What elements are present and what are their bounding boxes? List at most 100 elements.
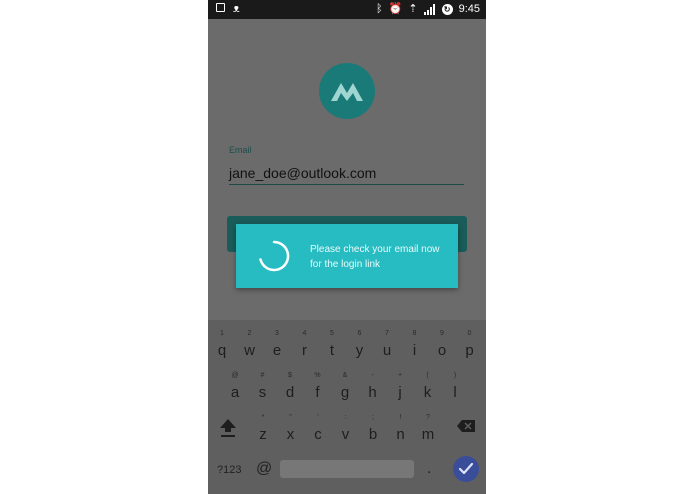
key-g[interactable]: & g bbox=[331, 372, 359, 401]
key-v[interactable]: :v bbox=[332, 414, 360, 443]
key-label: o bbox=[437, 342, 447, 359]
key-label: r bbox=[302, 342, 307, 359]
enter-key[interactable] bbox=[453, 456, 479, 482]
key-b[interactable]: ; b bbox=[359, 414, 387, 443]
key-label: b bbox=[368, 426, 378, 443]
key-hint: 2 bbox=[247, 330, 252, 337]
key-hint: ? bbox=[426, 414, 430, 421]
key-label: n bbox=[396, 426, 405, 443]
backspace-icon[interactable] bbox=[456, 419, 476, 433]
key-z[interactable]: * z bbox=[249, 414, 277, 443]
key-hint: 9 bbox=[440, 330, 444, 337]
key-p[interactable]: 0p bbox=[456, 330, 484, 359]
key-label: j bbox=[398, 384, 402, 401]
key-hint: ) bbox=[453, 372, 457, 379]
key-t[interactable]: 5t bbox=[318, 330, 346, 359]
status-time: 9:45 bbox=[458, 3, 480, 15]
key-s[interactable]: # s bbox=[249, 372, 277, 401]
key-label: s bbox=[258, 384, 267, 401]
key-y[interactable]: 6y bbox=[346, 330, 374, 359]
key-e[interactable]: 3e bbox=[263, 330, 291, 359]
key-d[interactable]: $ d bbox=[276, 372, 304, 401]
key-hint: " bbox=[289, 414, 292, 421]
email-field[interactable]: jane_doe@outlook.com bbox=[229, 163, 464, 185]
key-hint: * bbox=[261, 414, 265, 421]
key-x[interactable]: " x bbox=[277, 414, 305, 443]
key-h[interactable]: -h bbox=[359, 372, 387, 401]
sync-icon: ↻ bbox=[441, 3, 453, 15]
key-label: m bbox=[421, 426, 435, 443]
key-c[interactable]: ' c bbox=[304, 414, 332, 443]
key-f[interactable]: % f bbox=[304, 372, 332, 401]
key-label: w bbox=[244, 342, 255, 359]
at-key[interactable]: @ bbox=[256, 460, 272, 478]
square-icon bbox=[216, 3, 225, 12]
key-i[interactable]: 8i bbox=[401, 330, 429, 359]
key-u[interactable]: 7u bbox=[373, 330, 401, 359]
key-hint: 6 bbox=[357, 330, 362, 337]
soft-keyboard: 1q2w3e4r5t6y7u8i9o0p @ a # s $ d% f & g - h + j(k) l … bbox=[208, 320, 486, 494]
key-hint: 8 bbox=[412, 330, 417, 337]
loading-spinner-icon bbox=[259, 240, 290, 272]
key-hint: 0 bbox=[467, 330, 472, 337]
key-q[interactable]: 1q bbox=[208, 330, 236, 359]
key-label: h bbox=[368, 384, 377, 401]
key-n[interactable]: ! n bbox=[387, 414, 415, 443]
key-label: u bbox=[382, 342, 392, 359]
key-hint: 3 bbox=[275, 330, 279, 337]
key-label: k bbox=[423, 384, 432, 401]
spacebar[interactable] bbox=[280, 460, 414, 478]
bluetooth-icon: ᛒ bbox=[376, 2, 383, 15]
key-m[interactable]: ? m bbox=[414, 414, 442, 443]
key-hint: 1 bbox=[220, 330, 224, 337]
key-l[interactable]: ) l bbox=[441, 372, 469, 401]
key-label: x bbox=[286, 426, 295, 443]
key-hint: ! bbox=[399, 414, 402, 421]
key-r[interactable]: 4r bbox=[291, 330, 319, 359]
key-label: c bbox=[314, 426, 322, 443]
key-hint: ( bbox=[426, 372, 429, 379]
key-hint: 5 bbox=[330, 330, 334, 337]
key-label: t bbox=[329, 342, 335, 359]
key-label: a bbox=[230, 384, 240, 401]
key-hint: @ bbox=[231, 372, 239, 379]
key-hint: ; bbox=[372, 414, 374, 421]
key-label: d bbox=[285, 384, 295, 401]
status-bar: ᴥ ᛒ ⏰ ⇡ ↻ 9:45 bbox=[208, 0, 486, 19]
key-w[interactable]: 2w bbox=[236, 330, 264, 359]
key-k[interactable]: (k bbox=[414, 372, 442, 401]
period-key[interactable]: . bbox=[427, 460, 431, 478]
key-hint: + bbox=[397, 372, 403, 379]
signal-icon bbox=[423, 3, 436, 15]
key-o[interactable]: 9o bbox=[428, 330, 456, 359]
phone-screen: ᴥ ᛒ ⏰ ⇡ ↻ 9:45 Email jane_doe@outlook.co… bbox=[208, 0, 486, 494]
key-hint: : bbox=[344, 414, 347, 421]
key-a[interactable]: @ a bbox=[221, 372, 249, 401]
key-label: y bbox=[355, 342, 364, 359]
key-hint: 7 bbox=[385, 330, 389, 337]
wifi-icon: ⇡ bbox=[408, 2, 418, 15]
key-label: p bbox=[465, 342, 474, 359]
email-label: Email bbox=[229, 145, 252, 155]
key-hint: 4 bbox=[302, 330, 307, 337]
key-hint: ' bbox=[317, 414, 319, 421]
key-hint: & bbox=[342, 372, 348, 379]
key-label: i bbox=[412, 342, 417, 359]
cat-icon: ᴥ bbox=[233, 2, 240, 15]
key-hint: # bbox=[260, 372, 265, 379]
key-label: v bbox=[341, 426, 350, 443]
checkmark-icon bbox=[458, 462, 474, 475]
toast-message: Please check your email now for the logi… bbox=[310, 244, 440, 270]
key-label: g bbox=[340, 384, 350, 401]
key-hint: - bbox=[371, 372, 374, 379]
key-hint: % bbox=[314, 372, 321, 379]
shift-icon[interactable] bbox=[218, 417, 238, 439]
key-j[interactable]: + j bbox=[386, 372, 414, 401]
alarm-icon: ⏰ bbox=[388, 2, 403, 15]
key-label: l bbox=[453, 384, 457, 401]
logo-mark-icon bbox=[331, 83, 363, 101]
app-logo bbox=[319, 63, 375, 119]
key-label: f bbox=[315, 384, 320, 401]
symbols-key[interactable]: ?123 bbox=[217, 464, 241, 476]
key-hint: $ bbox=[288, 372, 292, 379]
